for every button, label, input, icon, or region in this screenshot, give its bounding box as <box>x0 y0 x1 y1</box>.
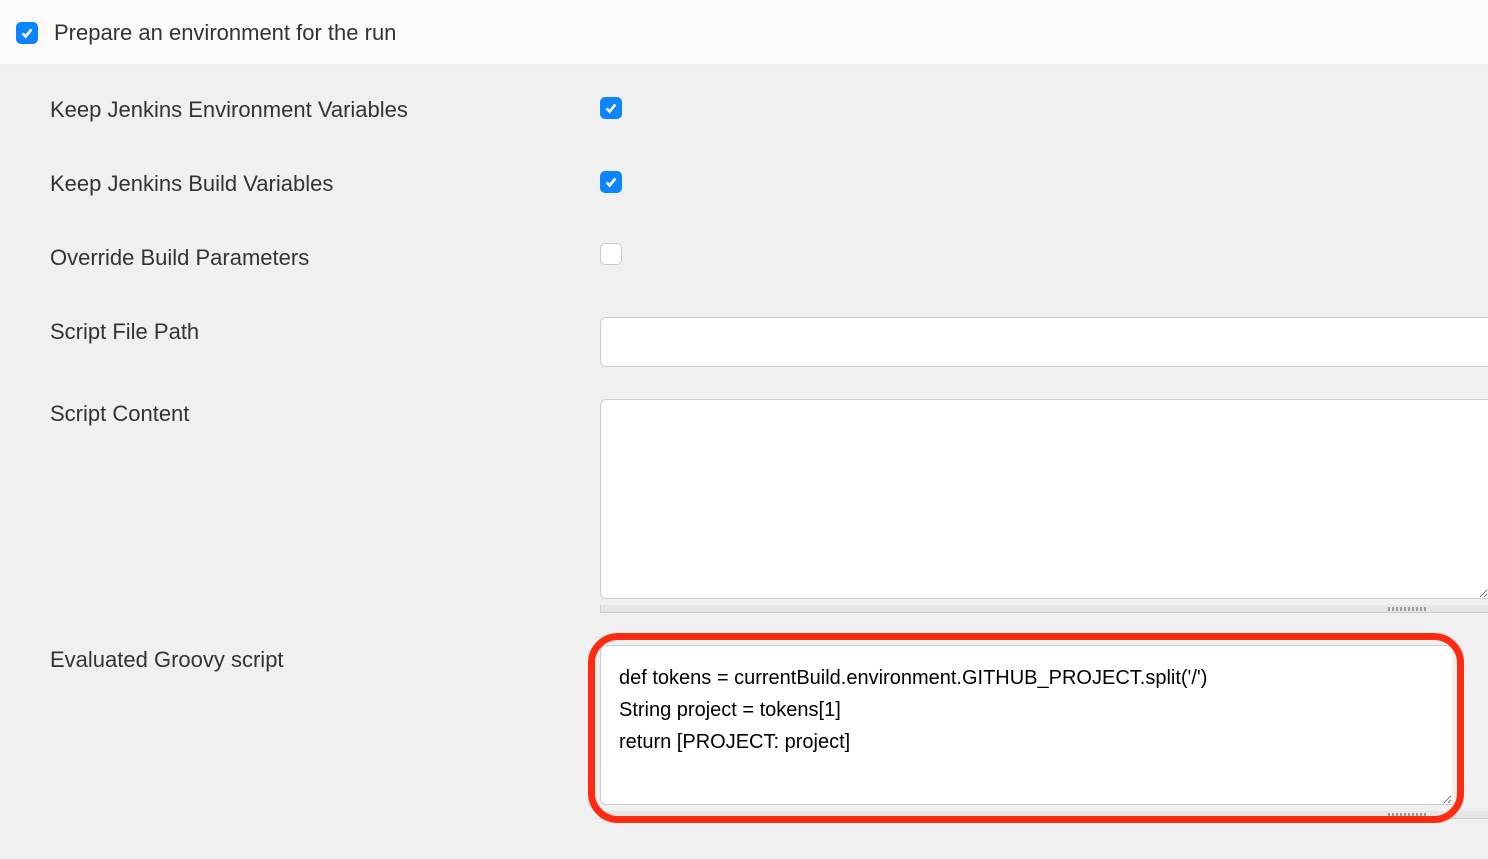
script-file-path-label: Script File Path <box>0 317 600 345</box>
override-params-checkbox[interactable] <box>600 243 622 265</box>
script-file-path-input[interactable] <box>600 317 1488 367</box>
script-content-resize-handle[interactable] <box>600 605 1488 613</box>
grip-icon <box>1388 607 1428 611</box>
check-icon <box>604 175 618 189</box>
row-keep-build-vars: Keep Jenkins Build Variables <box>0 169 1488 197</box>
keep-env-vars-checkbox[interactable] <box>600 97 622 119</box>
script-content-textarea[interactable] <box>600 399 1488 599</box>
groovy-script-textarea[interactable] <box>600 645 1452 805</box>
row-override-params: Override Build Parameters <box>0 243 1488 271</box>
keep-env-vars-label: Keep Jenkins Environment Variables <box>0 95 600 123</box>
prepare-env-label: Prepare an environment for the run <box>54 20 396 46</box>
form-body: Keep Jenkins Environment Variables Keep … <box>0 65 1488 859</box>
row-script-file-path: Script File Path <box>0 317 1488 367</box>
keep-build-vars-label: Keep Jenkins Build Variables <box>0 169 600 197</box>
section-header: Prepare an environment for the run <box>0 0 1488 65</box>
keep-build-vars-checkbox[interactable] <box>600 171 622 193</box>
row-groovy-script: Evaluated Groovy script <box>0 645 1488 819</box>
row-script-content: Script Content <box>0 399 1488 613</box>
override-params-label: Override Build Parameters <box>0 243 600 271</box>
row-keep-env-vars: Keep Jenkins Environment Variables <box>0 95 1488 123</box>
prepare-env-checkbox[interactable] <box>16 22 38 44</box>
groovy-script-label: Evaluated Groovy script <box>0 645 600 673</box>
groovy-highlight <box>588 633 1464 823</box>
check-icon <box>20 26 34 40</box>
check-icon <box>604 101 618 115</box>
script-content-label: Script Content <box>0 399 600 427</box>
